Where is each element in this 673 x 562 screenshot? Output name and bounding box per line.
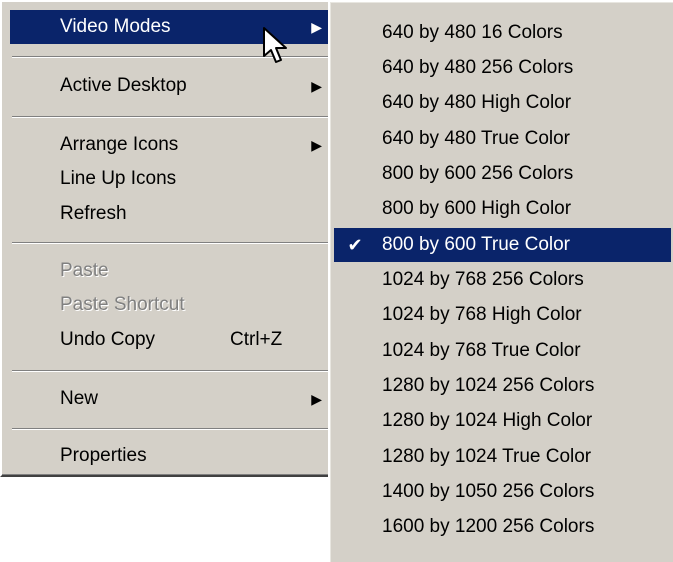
menu-item-label: Paste Shortcut bbox=[60, 294, 185, 315]
video-mode-item[interactable]: 1280 by 1024 True Color bbox=[334, 440, 671, 474]
submenu-arrow-icon: ▶ bbox=[311, 78, 322, 94]
menu-item-refresh[interactable]: Refresh bbox=[10, 197, 332, 231]
video-mode-label: 1280 by 1024 True Color bbox=[382, 446, 592, 467]
menu-item-properties[interactable]: Properties bbox=[10, 439, 332, 473]
video-mode-item[interactable]: 1400 by 1050 256 Colors bbox=[334, 475, 671, 509]
menu-item-label: Video Modes bbox=[60, 16, 171, 37]
menu-separator bbox=[12, 242, 328, 244]
video-mode-item[interactable]: 1024 by 768 256 Colors bbox=[334, 263, 671, 297]
video-mode-label: 1024 by 768 256 Colors bbox=[382, 269, 584, 290]
video-mode-item[interactable]: 640 by 480 256 Colors bbox=[334, 51, 671, 85]
menu-item-label: Arrange Icons bbox=[60, 134, 179, 155]
video-modes-submenu: 640 by 480 16 Colors 640 by 480 256 Colo… bbox=[328, 0, 673, 562]
video-mode-item[interactable]: 640 by 480 High Color bbox=[334, 86, 671, 120]
menu-item-paste: Paste bbox=[10, 254, 332, 288]
menu-item-arrange-icons[interactable]: Arrange Icons ▶ bbox=[10, 128, 332, 162]
video-mode-label: 1024 by 768 True Color bbox=[382, 340, 581, 361]
video-mode-item[interactable]: 640 by 480 True Color bbox=[334, 122, 671, 156]
video-mode-item[interactable]: 1024 by 768 High Color bbox=[334, 298, 671, 332]
video-mode-item[interactable]: 1280 by 1024 256 Colors bbox=[334, 369, 671, 403]
video-mode-item[interactable]: 800 by 600 256 Colors bbox=[334, 157, 671, 191]
menu-item-line-up-icons[interactable]: Line Up Icons bbox=[10, 162, 332, 196]
menu-separator bbox=[12, 116, 328, 118]
video-mode-label: 1400 by 1050 256 Colors bbox=[382, 481, 595, 502]
menu-item-label: Line Up Icons bbox=[60, 168, 177, 189]
video-mode-item-selected[interactable]: ✔ 800 by 600 True Color bbox=[334, 228, 671, 262]
video-mode-label: 1280 by 1024 256 Colors bbox=[382, 375, 595, 396]
video-mode-label: 640 by 480 High Color bbox=[382, 92, 572, 113]
menu-item-label: New bbox=[60, 388, 99, 409]
video-mode-label: 800 by 600 True Color bbox=[382, 234, 571, 255]
video-mode-item[interactable]: 1600 by 1200 256 Colors bbox=[334, 510, 671, 544]
video-mode-label: 640 by 480 256 Colors bbox=[382, 57, 574, 78]
video-mode-label: 1600 by 1200 256 Colors bbox=[382, 516, 595, 537]
video-mode-label: 640 by 480 True Color bbox=[382, 128, 571, 149]
menu-item-label: Undo Copy bbox=[60, 329, 156, 350]
menu-item-label: Paste bbox=[60, 260, 109, 281]
mouse-pointer-icon bbox=[263, 27, 287, 63]
menu-item-label: Refresh bbox=[60, 203, 127, 224]
menu-separator bbox=[12, 370, 328, 372]
menu-item-new[interactable]: New ▶ bbox=[10, 382, 332, 416]
shortcut-label: Ctrl+Z bbox=[230, 329, 283, 350]
menu-item-undo-copy[interactable]: Undo Copy Ctrl+Z bbox=[10, 323, 332, 357]
submenu-arrow-icon: ▶ bbox=[311, 19, 322, 35]
video-mode-label: 800 by 600 High Color bbox=[382, 198, 572, 219]
video-mode-label: 1024 by 768 High Color bbox=[382, 304, 582, 325]
menu-separator bbox=[12, 428, 328, 430]
video-mode-label: 1280 by 1024 High Color bbox=[382, 410, 593, 431]
menu-item-label: Properties bbox=[60, 445, 147, 466]
check-mark-icon: ✔ bbox=[347, 235, 363, 255]
submenu-arrow-icon: ▶ bbox=[311, 391, 322, 407]
submenu-arrow-icon: ▶ bbox=[311, 137, 322, 153]
video-mode-item[interactable]: 1280 by 1024 High Color bbox=[334, 404, 671, 438]
video-mode-item[interactable]: 800 by 600 High Color bbox=[334, 192, 671, 226]
menu-item-label: Active Desktop bbox=[60, 75, 187, 96]
menu-item-active-desktop[interactable]: Active Desktop ▶ bbox=[10, 69, 332, 103]
menu-item-paste-shortcut: Paste Shortcut bbox=[10, 288, 332, 322]
video-mode-label: 800 by 600 256 Colors bbox=[382, 163, 574, 184]
video-mode-label: 640 by 480 16 Colors bbox=[382, 22, 563, 43]
video-mode-item[interactable]: 1024 by 768 True Color bbox=[334, 334, 671, 368]
video-mode-item[interactable]: 640 by 480 16 Colors bbox=[334, 16, 671, 50]
